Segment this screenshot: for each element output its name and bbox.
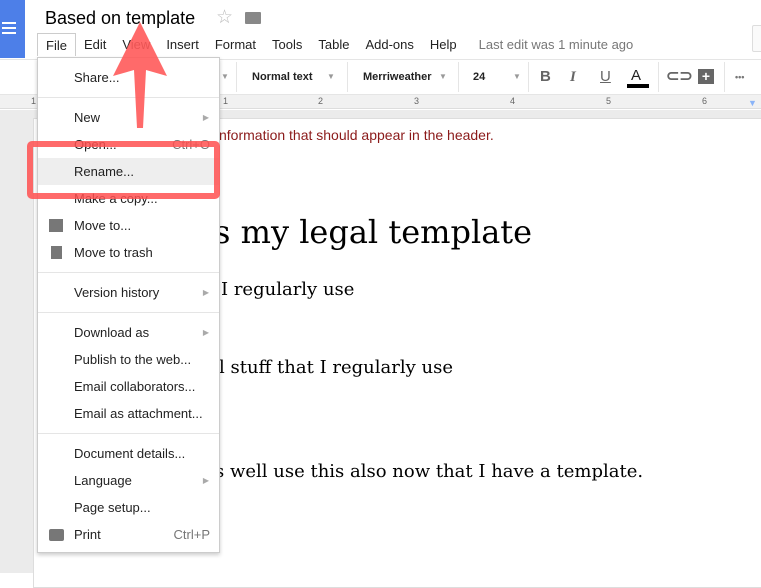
- comment-icon[interactable]: +: [698, 69, 714, 84]
- menu-tools[interactable]: Tools: [264, 33, 310, 56]
- menu-item-label: Version history: [74, 285, 160, 300]
- body-line[interactable]: s well use this also now that I have a t…: [215, 461, 643, 482]
- heading[interactable]: s my legal template: [214, 213, 532, 251]
- ruler-label: 1: [223, 96, 229, 106]
- menu-item-label: Publish to the web...: [74, 352, 192, 367]
- chevron-down-icon[interactable]: ▼: [327, 60, 335, 94]
- menu-item-email-collaborators[interactable]: Email collaborators...: [38, 373, 219, 400]
- ruler-label: 4: [510, 96, 516, 106]
- menu-item-label: Print: [74, 527, 101, 542]
- menu-format[interactable]: Format: [207, 33, 264, 56]
- trash-icon: [51, 246, 62, 259]
- style-select[interactable]: Normal text: [252, 60, 313, 94]
- menu-item-version-history[interactable]: Version history ▶: [38, 279, 219, 306]
- menu-item-email-attachment[interactable]: Email as attachment...: [38, 400, 219, 427]
- folder-icon[interactable]: [245, 12, 261, 24]
- font-size-select[interactable]: 24: [473, 60, 485, 94]
- menu-item-move-trash[interactable]: Move to trash: [38, 239, 219, 266]
- body-line[interactable]: l stuff that I regularly use: [219, 357, 453, 378]
- star-icon[interactable]: ☆: [216, 6, 233, 29]
- menu-help[interactable]: Help: [422, 33, 465, 56]
- menu-addons[interactable]: Add-ons: [357, 33, 421, 56]
- font-select[interactable]: Merriweather: [363, 60, 431, 94]
- file-menu: Share... New ▶ Open... Ctrl+O Rename... Ma…: [37, 57, 220, 553]
- menu-item-print[interactable]: Print Ctrl+P: [38, 521, 219, 548]
- submenu-arrow-icon: ▶: [202, 113, 209, 122]
- chevron-down-icon[interactable]: ▼: [439, 60, 447, 94]
- text-color-swatch: [627, 84, 649, 88]
- menu-table[interactable]: Table: [310, 33, 357, 56]
- bold-button[interactable]: B: [540, 60, 551, 94]
- header-text[interactable]: nformation that should appear in the hea…: [219, 127, 494, 143]
- menu-item-label: Move to...: [74, 218, 132, 233]
- ruler-label: 1: [31, 96, 37, 106]
- folder-icon: [49, 219, 63, 232]
- menu-item-label: Language: [74, 473, 132, 488]
- ruler-label: 6: [702, 96, 708, 106]
- ruler-label: 5: [606, 96, 612, 106]
- menu-item-label: Download as: [74, 325, 150, 340]
- menu-item-label: Email as attachment...: [74, 406, 203, 421]
- more-button[interactable]: •••: [735, 60, 744, 94]
- body-line[interactable]: I regularly use: [221, 279, 354, 300]
- menu-item-label: Document details...: [74, 446, 186, 461]
- chevron-down-icon[interactable]: ▼: [513, 60, 521, 94]
- print-icon: [49, 529, 64, 541]
- text-color-button[interactable]: A: [631, 60, 641, 94]
- italic-button[interactable]: I: [570, 60, 576, 94]
- menu-item-download-as[interactable]: Download as ▶: [38, 319, 219, 346]
- menu-item-move-to[interactable]: Move to...: [38, 212, 219, 239]
- underline-button[interactable]: U: [600, 60, 611, 94]
- submenu-arrow-icon: ▶: [202, 476, 209, 485]
- menu-file[interactable]: File: [37, 33, 76, 56]
- chevron-down-icon[interactable]: ▼: [221, 60, 229, 94]
- submenu-arrow-icon: ▶: [202, 288, 209, 297]
- annotation-arrow-icon: [113, 22, 167, 128]
- annotation-highlight-box: [27, 141, 220, 199]
- menu-edit[interactable]: Edit: [76, 33, 114, 56]
- menu-item-language[interactable]: Language ▶: [38, 467, 219, 494]
- menu-item-label: Email collaborators...: [74, 379, 196, 394]
- docs-logo[interactable]: [0, 0, 25, 58]
- right-indent-marker[interactable]: ▼: [748, 98, 757, 108]
- menu-item-label: Move to trash: [74, 245, 153, 260]
- shortcut: Ctrl+P: [173, 527, 210, 542]
- menu-item-document-details[interactable]: Document details...: [38, 440, 219, 467]
- menu-item-page-setup[interactable]: Page setup...: [38, 494, 219, 521]
- last-edit-link[interactable]: Last edit was 1 minute ago: [465, 33, 642, 56]
- menu-item-publish[interactable]: Publish to the web...: [38, 346, 219, 373]
- ruler-label: 2: [318, 96, 324, 106]
- link-icon[interactable]: ⊂⊃: [666, 60, 693, 94]
- menu-item-label: Page setup...: [74, 500, 151, 515]
- ruler-label: 3: [414, 96, 420, 106]
- submenu-arrow-icon: ▶: [202, 328, 209, 337]
- share-button[interactable]: [752, 25, 761, 52]
- menu-item-label: New: [74, 110, 101, 125]
